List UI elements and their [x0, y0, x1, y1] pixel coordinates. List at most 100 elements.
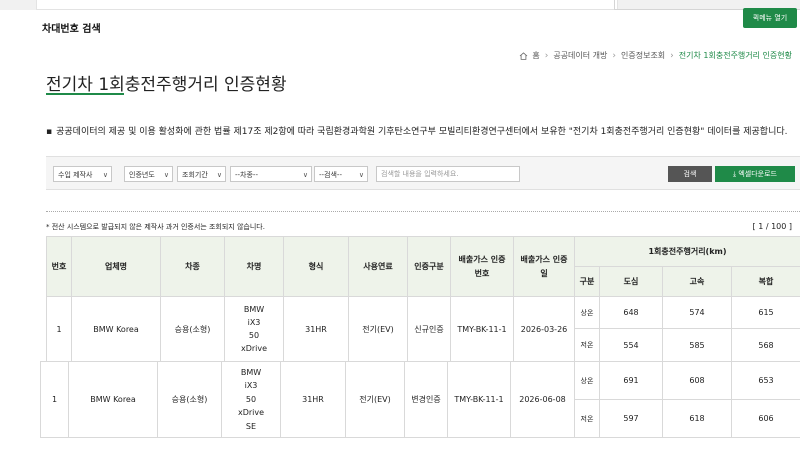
- cell-model: BMW iX3 50 xDrive SE: [221, 361, 281, 438]
- col-header-model: 차명: [224, 236, 284, 297]
- dotted-divider: [46, 211, 800, 212]
- breadcrumb-current[interactable]: 전기차 1회충전주행거리 인증현황: [679, 50, 792, 61]
- period-select[interactable]: 조회기간 ∨: [177, 166, 226, 182]
- chevron-right-icon: ›: [612, 50, 616, 61]
- chevron-down-icon: ∨: [302, 171, 308, 179]
- title-underline: [46, 93, 124, 95]
- cell-division: 저온: [574, 328, 600, 362]
- cell-city: 648: [599, 296, 663, 329]
- col-header-no: 번호: [46, 236, 72, 297]
- top-band: [0, 0, 800, 10]
- model-line: xDrive: [240, 344, 268, 353]
- model-line: 50: [248, 331, 260, 340]
- page-description: ▪ 공공데이터의 제공 및 이용 활성화에 관한 법률 제17조 제2항에 따라 …: [46, 124, 798, 140]
- col-header-form: 형식: [283, 236, 349, 297]
- chevron-right-icon: ›: [670, 50, 674, 61]
- import-type-label: 수입 제작사: [58, 171, 93, 179]
- cell-highway: 574: [662, 296, 732, 329]
- breadcrumb-open-data[interactable]: 공공데이터 개방: [553, 50, 607, 61]
- col-header-company: 업체명: [71, 236, 161, 297]
- period-label: 조회기간: [182, 171, 208, 179]
- cell-division: 상온: [574, 361, 600, 400]
- chevron-down-icon: ∨: [358, 171, 364, 179]
- col-header-division: 구분: [574, 266, 600, 297]
- cell-combined: 568: [731, 328, 800, 362]
- model-line: xDrive: [237, 408, 265, 418]
- breadcrumb-home[interactable]: 홈: [532, 50, 539, 61]
- cell-division: 저온: [574, 399, 600, 438]
- import-type-select[interactable]: 수입 제작사 ∨: [53, 166, 112, 182]
- top-band-left: [36, 0, 618, 10]
- cell-no: 1: [40, 361, 69, 438]
- cell-highway: 618: [662, 399, 732, 438]
- download-icon: ⤓: [733, 170, 737, 178]
- certification-table: 번호 업체명 차종 차명 형식 사용연료 인증구분 배출가스 인증번호 배출가스…: [46, 236, 800, 362]
- model-line: iX3: [244, 381, 258, 391]
- cell-cert-type: 신규인증: [407, 296, 451, 362]
- cert-year-label: 인증년도: [129, 171, 155, 179]
- cell-emission-no: TMY-BK-11-1: [447, 361, 511, 438]
- cell-combined: 615: [731, 296, 800, 329]
- cell-city: 597: [599, 399, 663, 438]
- bullet-icon: ▪: [46, 127, 53, 137]
- col-header-range-group: 1회충전주행거리(km): [574, 236, 800, 267]
- cell-emission-date: 2026-06-08: [510, 361, 575, 438]
- col-header-cert-type: 인증구분: [407, 236, 451, 297]
- quick-menu-button[interactable]: 퀵메뉴 열기: [743, 8, 797, 28]
- cell-form: 31HR: [283, 296, 349, 362]
- col-header-combined: 복합: [731, 266, 800, 297]
- vehicle-type-label: --차종--: [235, 171, 258, 179]
- chevron-right-icon: ›: [544, 50, 549, 61]
- model-line: SE: [245, 421, 257, 431]
- cell-city: 554: [599, 328, 663, 362]
- cell-model: BMW iX3 50 xDrive: [224, 296, 284, 362]
- table-row: 1 BMW Korea 승용(소형) BMW iX3 50 xDrive 31H…: [46, 296, 800, 362]
- cell-type: 승용(소형): [160, 296, 225, 362]
- cell-company: BMW Korea: [71, 296, 161, 362]
- certification-table-row-2: 1 BMW Korea 승용(소형) BMW iX3 50 xDrive SE …: [40, 361, 800, 438]
- cell-highway: 585: [662, 328, 732, 362]
- table-row: 1 BMW Korea 승용(소형) BMW iX3 50 xDrive SE …: [40, 361, 800, 438]
- breadcrumb-cert-info[interactable]: 인증정보조회: [621, 50, 665, 61]
- col-header-fuel: 사용연료: [348, 236, 408, 297]
- page-counter: [ 1 / 100 ]: [752, 222, 792, 231]
- cell-type: 승용(소형): [157, 361, 222, 438]
- chevron-down-icon: ∨: [163, 171, 169, 179]
- model-line: BMW: [243, 305, 265, 314]
- search-button[interactable]: 검색: [668, 166, 712, 182]
- cell-highway: 608: [662, 361, 732, 400]
- excel-download-label: 엑셀다운로드: [738, 170, 777, 178]
- model-line: 50: [245, 394, 257, 404]
- excel-download-button[interactable]: ⤓ 엑셀다운로드: [715, 166, 795, 182]
- section-label: 차대번호 검색: [42, 24, 101, 35]
- cell-city: 691: [599, 361, 663, 400]
- col-header-highway: 고속: [662, 266, 732, 297]
- cell-emission-no: TMY-BK-11-1: [450, 296, 514, 362]
- cell-fuel: 전기(EV): [345, 361, 405, 438]
- cell-combined: 606: [731, 399, 800, 438]
- cell-form: 31HR: [280, 361, 346, 438]
- breadcrumb: 홈 › 공공데이터 개방 › 인증정보조회 › 전기차 1회충전주행거리 인증현…: [519, 50, 792, 61]
- chevron-down-icon: ∨: [216, 171, 222, 179]
- cell-emission-date: 2026-03-26: [513, 296, 575, 362]
- col-header-emission-date: 배출가스 인증일: [513, 236, 575, 297]
- cell-no: 1: [46, 296, 72, 362]
- search-input[interactable]: 검색할 내용을 입력하세요.: [376, 166, 520, 182]
- search-bar: 수입 제작사 ∨ 인증년도 ∨ 조회기간 ∨ --차종-- ∨ --검색-- ∨…: [46, 156, 800, 190]
- home-icon[interactable]: [519, 51, 528, 60]
- cell-division: 상온: [574, 296, 600, 329]
- cell-company: BMW Korea: [68, 361, 158, 438]
- cell-fuel: 전기(EV): [348, 296, 408, 362]
- col-header-emission-no: 배출가스 인증번호: [450, 236, 514, 297]
- cell-combined: 653: [731, 361, 800, 400]
- chevron-down-icon: ∨: [102, 171, 108, 179]
- col-header-type: 차종: [160, 236, 225, 297]
- model-line: iX3: [247, 318, 261, 327]
- description-text: 공공데이터의 제공 및 이용 활성화에 관한 법률 제17조 제2항에 따라 국…: [56, 127, 788, 137]
- cert-year-select[interactable]: 인증년도 ∨: [124, 166, 173, 182]
- cell-cert-type: 변경인증: [404, 361, 448, 438]
- model-line: BMW: [240, 367, 262, 377]
- search-field-select[interactable]: --검색-- ∨: [314, 166, 368, 182]
- col-header-city: 도심: [599, 266, 663, 297]
- vehicle-type-select[interactable]: --차종-- ∨: [230, 166, 312, 182]
